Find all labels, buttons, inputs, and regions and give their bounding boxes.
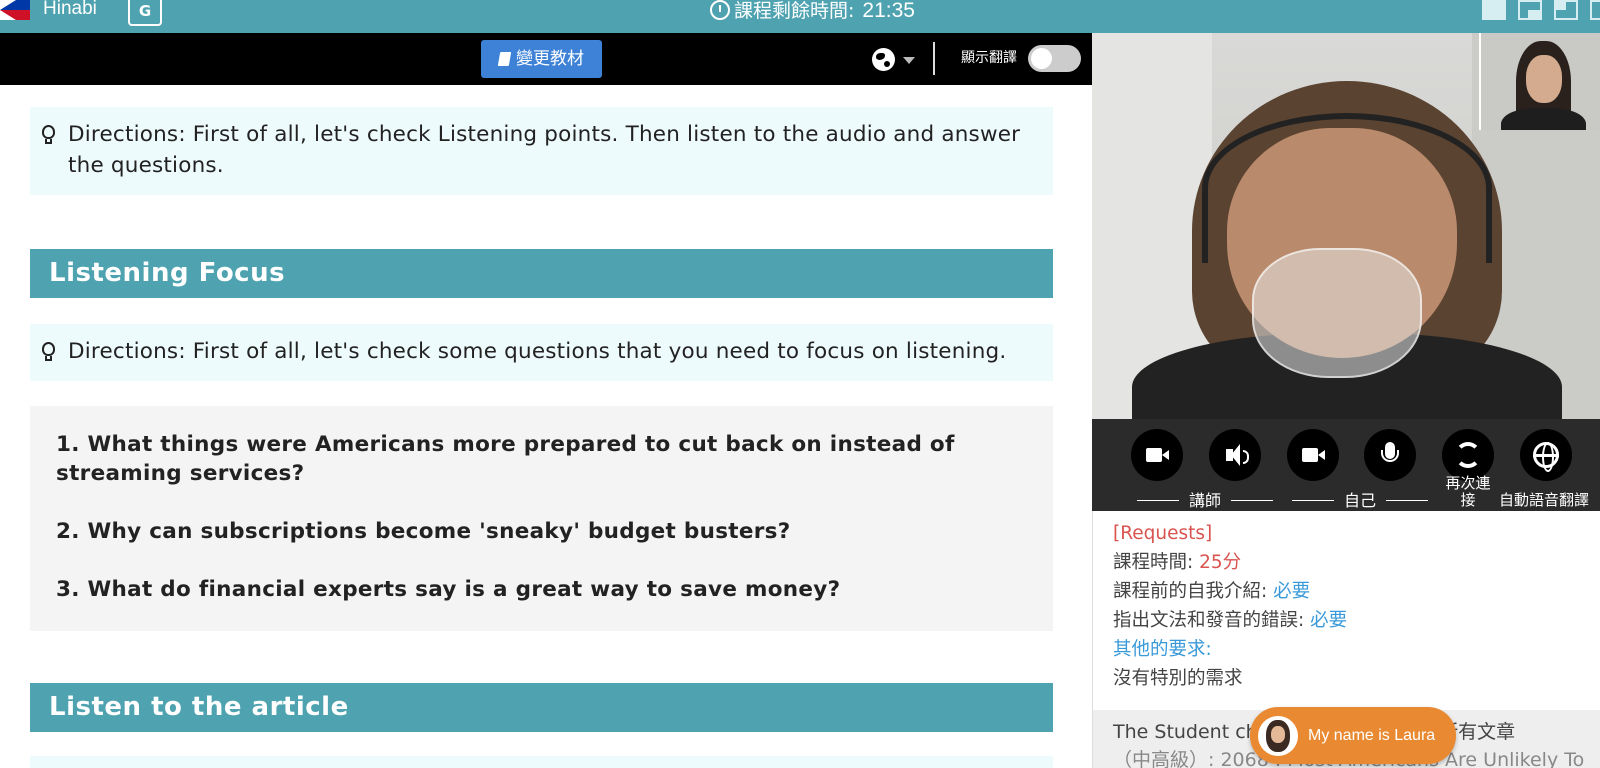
translate-icon[interactable]: G <box>128 0 162 26</box>
show-translation-label: 顯示翻譯 <box>961 50 1017 66</box>
globe-icon <box>872 48 895 71</box>
clock-icon <box>710 0 730 20</box>
teacher-camera-button[interactable] <box>1131 429 1183 481</box>
layout-pip-icon[interactable] <box>1518 0 1542 20</box>
directions-box: Directions: First of all, let's check Li… <box>30 107 1053 195</box>
layout-split-icon[interactable] <box>1554 0 1578 20</box>
philippines-flag-icon <box>0 0 30 20</box>
request-error-correction: 指出文法和發音的錯誤: 必要 <box>1113 610 1348 631</box>
language-dropdown[interactable] <box>872 48 920 72</box>
lightbulb-icon <box>42 342 55 362</box>
timer-value: 21:35 <box>862 0 915 22</box>
timer-label: 課程剩餘時間: <box>734 0 855 22</box>
call-controls: 講師 自己 再次連接 自動語音翻譯 <box>1092 419 1600 511</box>
avatar <box>1258 716 1298 756</box>
section-header-listen-article: Listen to the article <box>30 683 1053 732</box>
reconnect-label: 再次連接 <box>1445 474 1491 509</box>
speaker-icon <box>1226 444 1249 466</box>
requests-panel: [Requests] 課程時間: 25分 課程前的自我介紹: 必要 指出文法和發… <box>1092 511 1600 710</box>
directions-text: Directions: First of all, let's check Li… <box>68 122 1021 178</box>
lesson-content[interactable]: Directions: First of all, let's check Li… <box>0 85 1092 768</box>
toolbar-divider <box>933 42 935 75</box>
show-translation-toggle[interactable] <box>1028 45 1081 72</box>
question-item: 3. What do financial experts say is a gr… <box>56 577 841 602</box>
teacher-controls-label: 講師 <box>1127 487 1283 511</box>
auto-translate-label: 自動語音翻譯 <box>1499 491 1590 509</box>
video-panel: 講師 自己 再次連接 自動語音翻譯 [Requests] 課程時間: 25分 課… <box>1092 33 1600 768</box>
request-self-intro: 課程前的自我介紹: 必要 <box>1113 581 1311 602</box>
requests-title: [Requests] <box>1113 523 1213 544</box>
layout-single-icon[interactable] <box>1482 0 1506 20</box>
microphone-icon <box>1381 442 1399 462</box>
toggle-knob <box>1031 48 1052 69</box>
directions-text: Directions: First of all, let's check so… <box>68 339 1007 364</box>
request-other-label: 其他的要求: <box>1113 639 1212 660</box>
question-list: 1. What things were Americans more prepa… <box>30 406 1053 631</box>
camera-icon <box>1302 448 1325 462</box>
student-video-thumbnail[interactable] <box>1479 33 1600 130</box>
request-duration: 課程時間: 25分 <box>1113 552 1242 573</box>
auto-translate-button[interactable] <box>1520 429 1572 481</box>
refresh-icon <box>1455 442 1481 468</box>
book-icon <box>497 52 512 66</box>
globe-icon <box>1533 442 1559 472</box>
lesson-timer: 課程剩餘時間: 21:35 <box>710 0 915 23</box>
teacher-video-feed <box>1092 33 1600 419</box>
directions-box: Directions: First of all, let's check so… <box>30 324 1053 381</box>
self-mic-button[interactable] <box>1364 429 1416 481</box>
teacher-volume-button[interactable] <box>1209 429 1261 481</box>
chat-bubble-label: My name is Laura <box>1308 727 1436 744</box>
caret-down-icon <box>903 57 915 64</box>
lightbulb-icon <box>42 125 55 145</box>
app-name: Hinabi <box>43 0 97 19</box>
material-toolbar: 變更教材 顯示翻譯 <box>0 33 1092 85</box>
self-camera-button[interactable] <box>1287 429 1339 481</box>
camera-icon <box>1146 448 1169 462</box>
request-other-value: 沒有特別的需求 <box>1113 668 1243 689</box>
section-header-listening-focus: Listening Focus <box>30 249 1053 298</box>
question-item: 1. What things were Americans more prepa… <box>56 432 955 486</box>
question-item: 2. Why can subscriptions become 'sneaky'… <box>56 519 791 544</box>
layout-grid-icon[interactable] <box>1590 0 1600 20</box>
change-material-button[interactable]: 變更教材 <box>481 40 602 78</box>
self-controls-label: 自己 <box>1282 487 1438 511</box>
next-section-box <box>30 756 1053 768</box>
chat-bubble-button[interactable]: My name is Laura <box>1250 707 1456 764</box>
top-bar: Hinabi G 課程剩餘時間: 21:35 <box>0 0 1600 33</box>
